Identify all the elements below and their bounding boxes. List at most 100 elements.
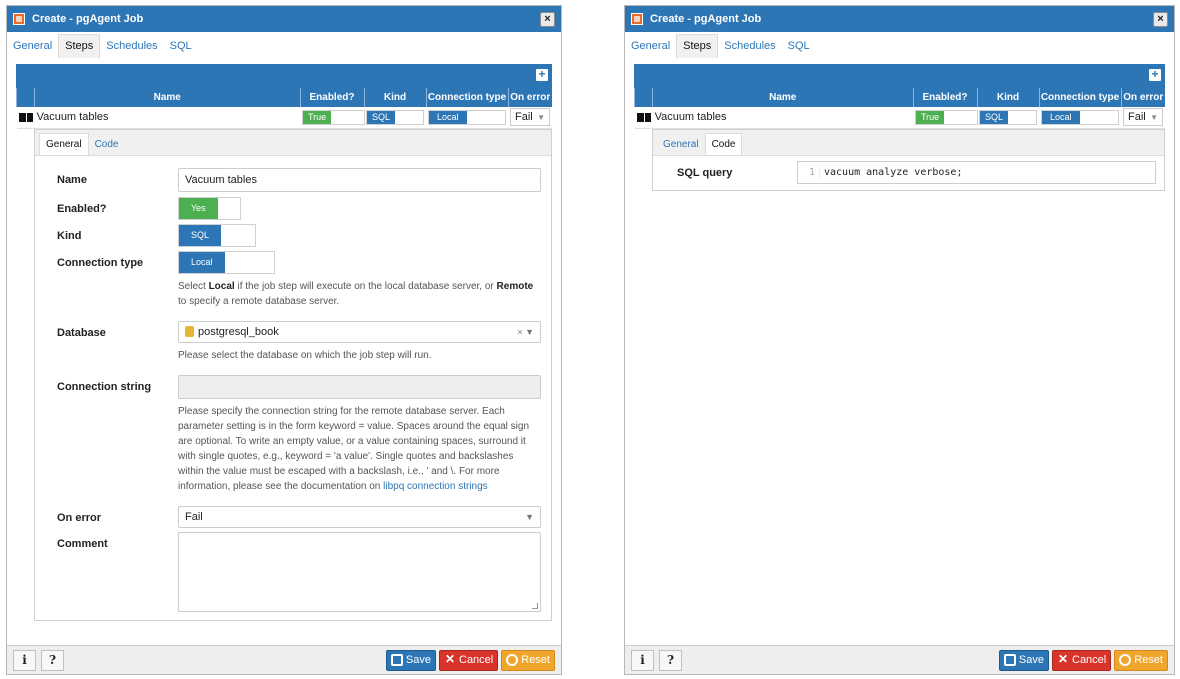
- caret-down-icon: ▼: [1150, 112, 1158, 122]
- subtab-general[interactable]: General: [657, 134, 705, 155]
- add-step-button[interactable]: +: [1149, 68, 1161, 81]
- comment-row: Comment: [57, 531, 541, 612]
- caret-down-icon: ▼: [525, 511, 534, 522]
- enabled-switch-label: Yes: [179, 197, 218, 219]
- on-error-form-select[interactable]: Fail ▼: [178, 505, 541, 528]
- cancel-icon: ✕: [1057, 652, 1069, 666]
- enabled-label: Enabled?: [57, 202, 107, 215]
- tab-schedules[interactable]: Schedules: [718, 35, 781, 58]
- enabled-toggle[interactable]: True: [302, 109, 365, 125]
- connection-string-row: Connection string Please specify the con…: [57, 374, 541, 494]
- save-button[interactable]: Save: [385, 649, 436, 671]
- comment-textarea[interactable]: [178, 531, 541, 612]
- subtab-general[interactable]: General: [39, 132, 89, 155]
- sql-query-editor[interactable]: 1 vacuum analyze verbose;: [797, 161, 1156, 184]
- switch-off-half: [221, 224, 255, 246]
- dialog-footer: i ? Save ✕ Cancel Reset: [7, 645, 561, 674]
- enabled-toggle[interactable]: True: [915, 109, 978, 125]
- steps-table: Name Enabled? Kind Connection type On er…: [16, 88, 552, 129]
- kind-switch-label: SQL: [179, 224, 222, 246]
- info-button[interactable]: i: [13, 649, 36, 671]
- dialog-title: Create - pgAgent Job: [32, 13, 144, 25]
- header-actions: [16, 88, 35, 107]
- libpq-link[interactable]: libpq connection strings: [383, 481, 488, 492]
- step-conn-cell: Local: [1039, 107, 1121, 129]
- table-row[interactable]: Vacuum tables True SQL Local Fail ▼: [16, 107, 552, 129]
- steps-grid-toolbar: +: [16, 64, 552, 88]
- help-button[interactable]: ?: [41, 649, 64, 671]
- on-error-label: On error: [57, 511, 102, 524]
- subtab-code[interactable]: Code: [89, 134, 125, 155]
- select-controls: × ▼: [517, 327, 534, 337]
- kind-toggle[interactable]: SQL: [366, 109, 424, 125]
- tab-schedules[interactable]: Schedules: [100, 35, 163, 58]
- steps-panel: + Name Enabled? Kind Connection type On …: [625, 58, 1174, 645]
- connection-type-toggle-label: Local: [429, 110, 467, 124]
- kind-switch[interactable]: SQL: [178, 223, 256, 247]
- switch-off-half: [217, 197, 240, 219]
- close-button[interactable]: ×: [1153, 11, 1168, 27]
- trash-icon[interactable]: [26, 112, 33, 122]
- column-on-error: On error: [1120, 88, 1165, 107]
- save-icon: [390, 654, 403, 666]
- dialog-titlebar: Create - pgAgent Job ×: [625, 6, 1174, 32]
- name-input[interactable]: Vacuum tables: [178, 167, 541, 192]
- tab-general[interactable]: General: [7, 35, 58, 58]
- edit-icon[interactable]: [18, 112, 26, 122]
- clear-icon[interactable]: ×: [517, 327, 522, 337]
- save-button[interactable]: Save: [998, 649, 1049, 671]
- cancel-button[interactable]: ✕ Cancel: [439, 649, 499, 671]
- step-general-form: Name Vacuum tables Enabled? Yes Kind SQL…: [35, 167, 551, 620]
- database-selected: postgresql_book: [185, 326, 279, 338]
- step-editor-panel: General Code Name Vacuum tables Enabled?…: [34, 128, 552, 621]
- step-name: Vacuum tables: [36, 111, 109, 124]
- subtab-code[interactable]: Code: [704, 132, 743, 155]
- on-error-select[interactable]: Fail ▼: [1123, 108, 1163, 127]
- kind-toggle[interactable]: SQL: [979, 109, 1037, 125]
- tab-sql[interactable]: SQL: [782, 35, 816, 58]
- on-error-form-value: Fail: [185, 510, 203, 523]
- dialog-tabs: General Steps Schedules SQL: [625, 32, 1174, 58]
- toggle-off-half: [1008, 110, 1036, 124]
- reset-button[interactable]: Reset: [1114, 649, 1168, 671]
- enabled-switch[interactable]: Yes: [178, 196, 241, 220]
- row-action-icons: [18, 112, 33, 122]
- info-button[interactable]: i: [631, 649, 654, 671]
- steps-grid-toolbar: +: [634, 64, 1165, 88]
- dialog-footer: i ? Save ✕ Cancel Reset: [625, 645, 1174, 674]
- add-step-button[interactable]: +: [536, 68, 548, 81]
- tab-steps[interactable]: Steps: [58, 34, 101, 58]
- database-select[interactable]: postgresql_book × ▼: [178, 320, 541, 343]
- tab-sql[interactable]: SQL: [164, 35, 198, 58]
- connection-string-input[interactable]: [178, 374, 541, 399]
- reset-button[interactable]: Reset: [501, 649, 555, 671]
- edit-icon[interactable]: [636, 112, 644, 122]
- steps-table-header: Name Enabled? Kind Connection type On er…: [16, 88, 552, 107]
- database-help: Please select the database on which the …: [178, 349, 432, 361]
- pgagent-job-dialog-general: Create - pgAgent Job × General Steps Sch…: [6, 5, 562, 675]
- resize-grip-icon[interactable]: [532, 602, 538, 609]
- step-editor-tabs: General Code: [653, 129, 1164, 156]
- toggle-off-half: [1079, 110, 1118, 124]
- enabled-toggle-label: True: [916, 110, 945, 124]
- tab-general[interactable]: General: [625, 35, 676, 58]
- tab-steps[interactable]: Steps: [676, 34, 719, 58]
- connection-type-label: Connection type: [57, 256, 144, 269]
- kind-toggle-label: SQL: [367, 110, 396, 124]
- caret-down-icon: ▼: [525, 326, 534, 337]
- table-row[interactable]: Vacuum tables True SQL Local Fail ▼: [634, 107, 1165, 129]
- pgagent-job-dialog-code: Create - pgAgent Job × General Steps Sch…: [624, 5, 1175, 675]
- connection-type-toggle[interactable]: Local: [428, 109, 506, 125]
- close-button[interactable]: ×: [540, 11, 555, 27]
- cancel-button[interactable]: ✕ Cancel: [1052, 649, 1112, 671]
- steps-table-header: Name Enabled? Kind Connection type On er…: [634, 88, 1165, 107]
- connection-type-switch[interactable]: Local: [178, 250, 275, 274]
- connection-string-label: Connection string: [57, 380, 152, 393]
- database-value: postgresql_book: [198, 325, 279, 338]
- on-error-value: Fail: [515, 111, 533, 124]
- help-button[interactable]: ?: [659, 649, 682, 671]
- help-text: if the job step will execute on the loca…: [234, 280, 497, 292]
- trash-icon[interactable]: [644, 112, 651, 122]
- on-error-select[interactable]: Fail ▼: [510, 108, 550, 127]
- connection-type-toggle[interactable]: Local: [1041, 109, 1119, 125]
